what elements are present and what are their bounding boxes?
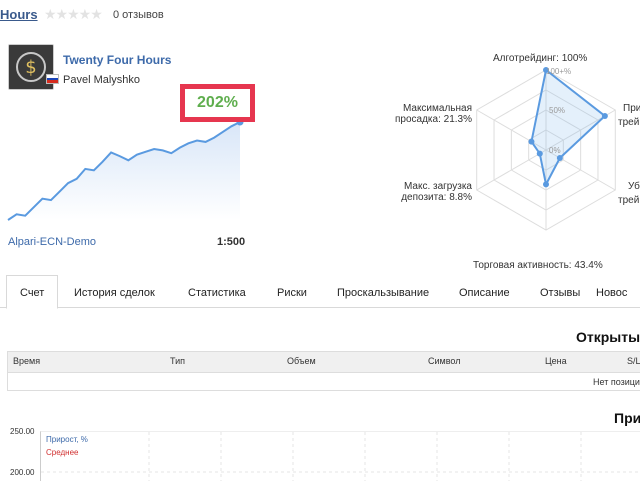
no-positions-message: Нет позици bbox=[593, 377, 640, 387]
radar-scale-100: 100+% bbox=[546, 67, 571, 76]
tab-statistics[interactable]: Статистика bbox=[188, 287, 246, 299]
col-time[interactable]: Время bbox=[13, 356, 40, 366]
radar-label-activity: Торговая активность: 43.4% bbox=[473, 260, 603, 271]
col-price[interactable]: Цена bbox=[545, 356, 567, 366]
radar-label-profit-2: трей bbox=[618, 117, 640, 128]
growth-chart-area bbox=[40, 431, 640, 481]
rating-stars[interactable]: ★★★★★ bbox=[44, 6, 103, 23]
radar-label-profit-1: При bbox=[623, 103, 640, 114]
tab-description[interactable]: Описание bbox=[459, 287, 510, 299]
radar-point bbox=[556, 155, 563, 161]
radar-point bbox=[543, 181, 549, 188]
open-positions-table: Время Тип Объем Символ Цена S/L Нет пози… bbox=[7, 351, 640, 391]
col-volume[interactable]: Объем bbox=[287, 356, 316, 366]
growth-chart-grid bbox=[41, 432, 640, 481]
tab-account[interactable]: Счет bbox=[20, 287, 44, 299]
radar-label-loss-1: Уб bbox=[628, 181, 640, 192]
radar-label-loss-2: трей bbox=[618, 195, 640, 206]
sparkline-area bbox=[8, 122, 240, 220]
col-symbol[interactable]: Символ bbox=[428, 356, 460, 366]
radar-label-deposit-load: Макс. загрузка депозита: 8.8% bbox=[401, 181, 472, 203]
radar-scale-50: 50% bbox=[549, 106, 565, 115]
radar-point bbox=[536, 150, 543, 157]
tab-trade-history[interactable]: История сделок bbox=[74, 287, 155, 299]
ytick-200: 200.00 bbox=[10, 468, 35, 477]
legend-average[interactable]: Среднее bbox=[46, 448, 78, 457]
broker-link[interactable]: Alpari-ECN-Demo bbox=[8, 236, 96, 248]
open-positions-title: Открыты bbox=[576, 329, 640, 345]
tabs-divider bbox=[0, 307, 640, 308]
table-header: Время Тип Объем Символ Цена S/L bbox=[8, 352, 640, 373]
col-sl[interactable]: S/L bbox=[627, 356, 640, 366]
reviews-count: 0 отзывов bbox=[113, 9, 164, 21]
col-type[interactable]: Тип bbox=[170, 356, 185, 366]
tab-risks[interactable]: Риски bbox=[277, 287, 307, 299]
legend-growth[interactable]: Прирост, % bbox=[46, 435, 88, 444]
radar-point bbox=[601, 113, 608, 119]
risk-radar-chart: 100+% 50% 0% bbox=[476, 67, 616, 231]
radar-label-algo: Алготрейдинг: 100% bbox=[493, 53, 588, 64]
signal-name[interactable]: Twenty Four Hours bbox=[63, 53, 171, 67]
svg-text:$: $ bbox=[25, 57, 36, 78]
radar-label-drawdown: Максимальная просадка: 21.3% bbox=[394, 103, 472, 125]
radar-area bbox=[530, 68, 607, 188]
radar-point bbox=[528, 138, 535, 145]
leverage-value: 1:500 bbox=[217, 236, 246, 248]
growth-chart-title: При bbox=[614, 410, 640, 426]
radar-scale-0: 0% bbox=[549, 146, 561, 155]
ytick-250: 250.00 bbox=[10, 427, 35, 436]
tab-slippage[interactable]: Проскальзывание bbox=[337, 287, 429, 299]
tab-news[interactable]: Новос bbox=[596, 287, 627, 299]
signal-title-link[interactable]: Hours bbox=[0, 7, 38, 22]
growth-value: 202% bbox=[180, 84, 255, 122]
tab-reviews[interactable]: Отзывы bbox=[540, 287, 580, 299]
